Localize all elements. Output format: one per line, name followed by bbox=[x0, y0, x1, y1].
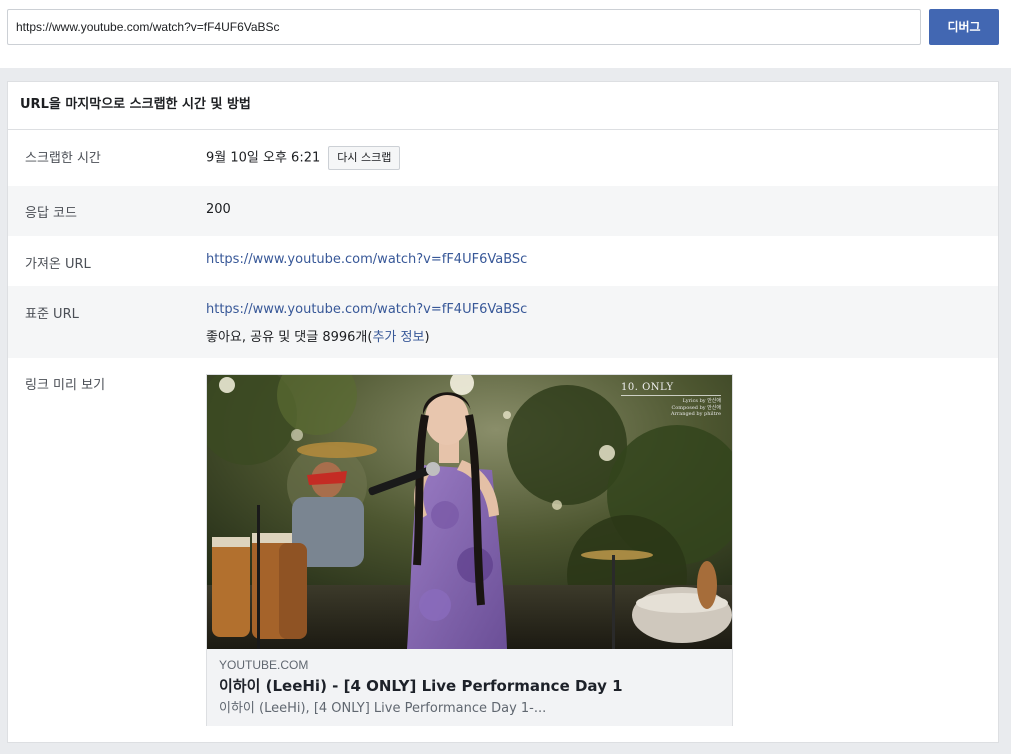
overlay-lyrics-credit: Lyrics by 안신애 bbox=[682, 398, 721, 404]
scraped-time-value-wrap: 9월 10일 오후 6:21 다시 스크랩 bbox=[206, 146, 401, 170]
url-input[interactable] bbox=[7, 9, 921, 45]
fetched-url-link[interactable]: https://www.youtube.com/watch?v=fF4UF6Va… bbox=[206, 252, 527, 267]
preview-title[interactable]: 이하이 (LeeHi) - [4 ONLY] Live Performance … bbox=[219, 675, 720, 697]
scraped-time-value: 9월 10일 오후 6:21 bbox=[206, 150, 321, 166]
scrape-info-panel: URL을 마지막으로 스크랩한 시간 및 방법 스크랩한 시간 9월 10일 오… bbox=[7, 81, 999, 743]
fetched-url-label: 가져온 URL bbox=[25, 257, 91, 272]
debug-button[interactable]: 디버그 bbox=[929, 9, 999, 45]
canonical-url-label: 표준 URL bbox=[25, 307, 79, 322]
row-canonical-url: 표준 URL https://www.youtube.com/watch?v=f… bbox=[8, 286, 998, 358]
overlay-composed-credit: Composed by 안신애 bbox=[671, 405, 721, 411]
engagement-count: 좋아요, 공유 및 댓글 8996개( bbox=[206, 330, 373, 345]
rescrape-button[interactable]: 다시 스크랩 bbox=[328, 146, 401, 170]
top-bar: 디버그 bbox=[0, 0, 1011, 68]
response-code-value: 200 bbox=[206, 202, 231, 217]
scraped-time-label: 스크랩한 시간 bbox=[25, 151, 101, 166]
response-code-label: 응답 코드 bbox=[25, 206, 77, 221]
row-fetched-url: 가져온 URL https://www.youtube.com/watch?v=… bbox=[8, 236, 998, 286]
link-preview-label: 링크 미리 보기 bbox=[25, 378, 106, 393]
more-info-link[interactable]: 추가 정보 bbox=[372, 330, 424, 345]
preview-domain: YOUTUBE.COM bbox=[219, 658, 309, 672]
preview-thumbnail: 10. ONLY Lyrics by 안신애 Composed by 안신애 A… bbox=[207, 375, 732, 649]
overlay-divider bbox=[621, 395, 721, 396]
row-response-code: 응답 코드 200 bbox=[8, 186, 998, 236]
panel-header: URL을 마지막으로 스크랩한 시간 및 방법 bbox=[8, 82, 998, 130]
overlay-arranged-credit: Arranged by philtre bbox=[670, 411, 721, 417]
preview-description: 이하이 (LeeHi), [4 ONLY] Live Performance D… bbox=[219, 701, 547, 716]
preview-meta: YOUTUBE.COM 이하이 (LeeHi) - [4 ONLY] Live … bbox=[207, 649, 732, 726]
row-scraped-time: 스크랩한 시간 9월 10일 오후 6:21 다시 스크랩 bbox=[8, 130, 998, 186]
row-link-preview: 링크 미리 보기 10. ONLY Lyrics by 안신애 Composed… bbox=[8, 358, 998, 742]
engagement-text: 좋아요, 공유 및 댓글 8996개(추가 정보) bbox=[206, 326, 430, 345]
link-preview-card[interactable]: 10. ONLY Lyrics by 안신애 Composed by 안신애 A… bbox=[206, 374, 733, 726]
canonical-url-link[interactable]: https://www.youtube.com/watch?v=fF4UF6Va… bbox=[206, 302, 527, 317]
overlay-song-title: 10. ONLY bbox=[621, 382, 674, 393]
engagement-close: ) bbox=[424, 330, 430, 345]
